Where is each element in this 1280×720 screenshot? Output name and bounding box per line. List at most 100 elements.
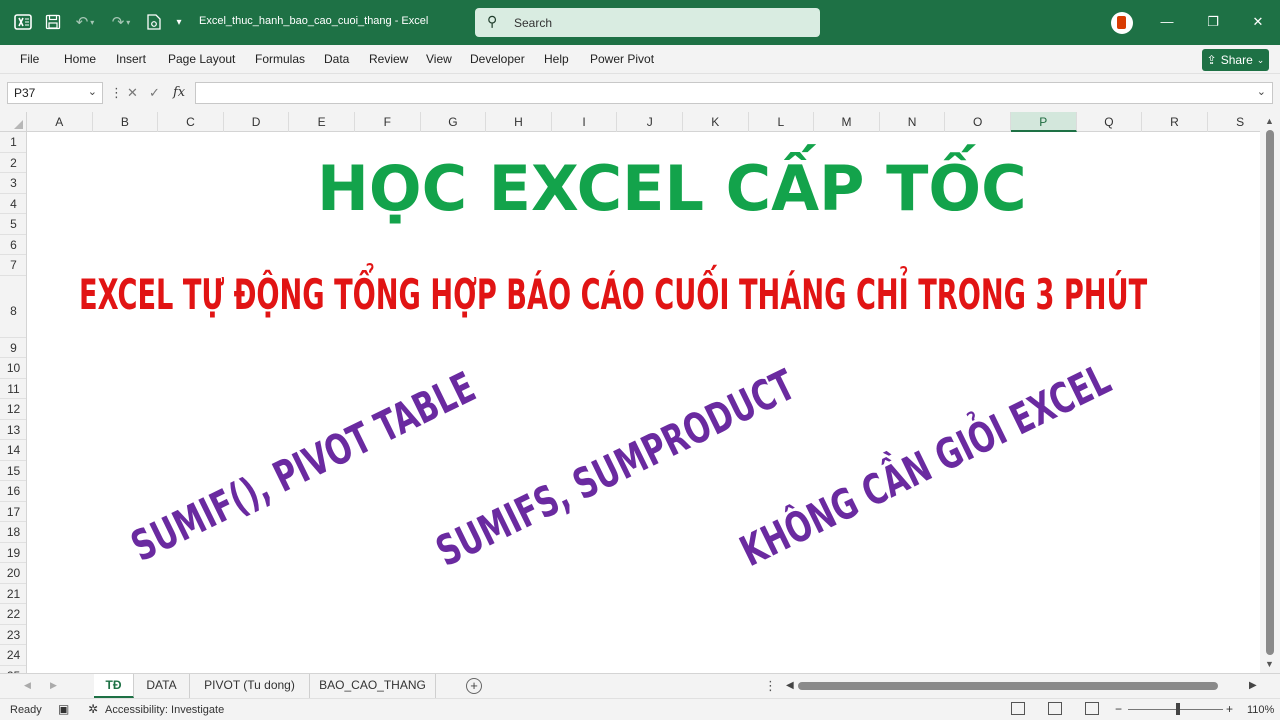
close-button[interactable]: ✕	[1248, 12, 1268, 32]
prev-sheet-icon[interactable]: ◀	[24, 680, 31, 691]
row-header-25[interactable]: 25	[0, 666, 26, 674]
row-header-18[interactable]: 18	[0, 522, 26, 543]
undo-icon[interactable]: ↶ ▾	[71, 11, 99, 33]
add-sheet-button[interactable]: +	[466, 678, 482, 694]
row-header-17[interactable]: 17	[0, 502, 26, 522]
macro-record-icon[interactable]: ▣	[58, 702, 69, 716]
row-header-8[interactable]: 8	[0, 276, 26, 338]
column-header-e[interactable]: E	[289, 112, 355, 132]
row-header-23[interactable]: 23	[0, 625, 26, 645]
customize-toolbar-icon[interactable]: ▾	[172, 11, 186, 33]
tab-home[interactable]: Home	[64, 52, 96, 66]
row-header-11[interactable]: 11	[0, 379, 26, 399]
search-input[interactable]: ⚲ Search	[475, 8, 820, 37]
tab-review[interactable]: Review	[369, 52, 408, 66]
row-header-3[interactable]: 3	[0, 173, 26, 194]
column-header-j[interactable]: J	[617, 112, 683, 132]
share-button[interactable]: ⇪ Share ⌄	[1202, 49, 1269, 71]
row-header-16[interactable]: 16	[0, 481, 26, 502]
more-options-icon[interactable]: ⋮	[764, 678, 777, 694]
more-options-icon[interactable]: ⋮	[110, 85, 123, 101]
sheet-tab-pivot[interactable]: PIVOT (Tu dong)	[190, 674, 310, 698]
insert-function-icon[interactable]: fx	[173, 85, 185, 100]
accessibility-icon[interactable]: ✲	[88, 702, 98, 716]
column-header-c[interactable]: C	[158, 112, 224, 132]
row-header-4[interactable]: 4	[0, 194, 26, 214]
row-header-24[interactable]: 24	[0, 645, 26, 666]
vertical-scrollbar[interactable]: ▲ ▼	[1260, 112, 1280, 673]
save-icon[interactable]	[42, 11, 64, 33]
redo-icon[interactable]: ↷ ▾	[107, 11, 135, 33]
row-header-14[interactable]: 14	[0, 440, 26, 461]
row-header-2[interactable]: 2	[0, 153, 26, 173]
horizontal-scroll-thumb[interactable]	[798, 682, 1218, 690]
column-header-h[interactable]: H	[486, 112, 552, 132]
tab-insert[interactable]: Insert	[116, 52, 146, 66]
zoom-in-icon[interactable]: +	[1226, 702, 1233, 716]
excel-logo-icon[interactable]	[12, 11, 34, 33]
tab-page-layout[interactable]: Page Layout	[168, 52, 235, 66]
next-sheet-icon[interactable]: ▶	[50, 680, 57, 691]
row-header-15[interactable]: 15	[0, 461, 26, 481]
row-header-5[interactable]: 5	[0, 214, 26, 235]
column-header-d[interactable]: D	[224, 112, 290, 132]
row-header-1[interactable]: 1	[0, 132, 26, 153]
print-preview-icon[interactable]	[144, 11, 164, 33]
cancel-icon[interactable]: ✕	[127, 85, 138, 101]
normal-view-icon[interactable]	[1011, 702, 1025, 715]
row-header-22[interactable]: 22	[0, 604, 26, 625]
scroll-down-icon[interactable]: ▼	[1265, 659, 1274, 669]
expand-formula-icon[interactable]: ⌄	[1257, 85, 1266, 98]
sheet-tab-data[interactable]: DATA	[134, 674, 190, 698]
column-header-r[interactable]: R	[1142, 112, 1208, 132]
row-header-10[interactable]: 10	[0, 358, 26, 379]
formula-input[interactable]: ⌄	[195, 82, 1273, 104]
page-break-view-icon[interactable]	[1085, 702, 1099, 715]
zoom-level[interactable]: 110%	[1247, 704, 1274, 716]
zoom-slider-thumb[interactable]	[1176, 703, 1180, 715]
column-header-m[interactable]: M	[814, 112, 880, 132]
column-header-k[interactable]: K	[683, 112, 749, 132]
column-header-b[interactable]: B	[93, 112, 159, 132]
minimize-button[interactable]: —	[1157, 12, 1177, 32]
column-header-l[interactable]: L	[749, 112, 815, 132]
row-header-19[interactable]: 19	[0, 543, 26, 563]
row-header-9[interactable]: 9	[0, 338, 26, 358]
enter-icon[interactable]: ✓	[149, 85, 160, 101]
name-box[interactable]: P37 ⌄	[7, 82, 103, 104]
column-header-o[interactable]: O	[945, 112, 1011, 132]
row-header-13[interactable]: 13	[0, 420, 26, 440]
column-header-f[interactable]: F	[355, 112, 421, 132]
row-header-21[interactable]: 21	[0, 584, 26, 604]
row-header-7[interactable]: 7	[0, 255, 26, 276]
accessibility-status[interactable]: Accessibility: Investigate	[105, 704, 224, 716]
office-account-icon[interactable]	[1111, 12, 1133, 34]
tab-data[interactable]: Data	[324, 52, 349, 66]
column-header-p[interactable]: P	[1011, 112, 1077, 132]
tab-help[interactable]: Help	[544, 52, 569, 66]
row-header-12[interactable]: 12	[0, 399, 26, 420]
column-header-q[interactable]: Q	[1077, 112, 1143, 132]
cell-grid[interactable]: HỌC EXCEL CẤP TỐC EXCEL TỰ ĐỘNG TỔNG HỢP…	[27, 132, 1260, 673]
column-header-n[interactable]: N	[880, 112, 946, 132]
scroll-left-icon[interactable]: ◀	[786, 680, 794, 691]
page-layout-view-icon[interactable]	[1048, 702, 1062, 715]
tab-formulas[interactable]: Formulas	[255, 52, 305, 66]
scroll-thumb[interactable]	[1266, 130, 1274, 655]
zoom-out-icon[interactable]: −	[1115, 702, 1122, 716]
select-all-button[interactable]	[0, 112, 27, 132]
chevron-down-icon[interactable]: ⌄	[88, 85, 97, 98]
tab-power-pivot[interactable]: Power Pivot	[590, 52, 654, 66]
tab-file[interactable]: File	[20, 52, 39, 66]
sheet-tab-bao-cao-thang[interactable]: BAO_CAO_THANG	[310, 674, 436, 698]
restore-button[interactable]: ❐	[1203, 12, 1223, 32]
row-header-20[interactable]: 20	[0, 563, 26, 584]
scroll-up-icon[interactable]: ▲	[1265, 116, 1274, 126]
tab-developer[interactable]: Developer	[470, 52, 525, 66]
scroll-right-icon[interactable]: ▶	[1249, 680, 1257, 691]
tab-view[interactable]: View	[426, 52, 452, 66]
column-header-a[interactable]: A	[27, 112, 93, 132]
column-header-i[interactable]: I	[552, 112, 618, 132]
row-header-6[interactable]: 6	[0, 235, 26, 255]
sheet-tab-td[interactable]: TĐ	[94, 674, 134, 698]
